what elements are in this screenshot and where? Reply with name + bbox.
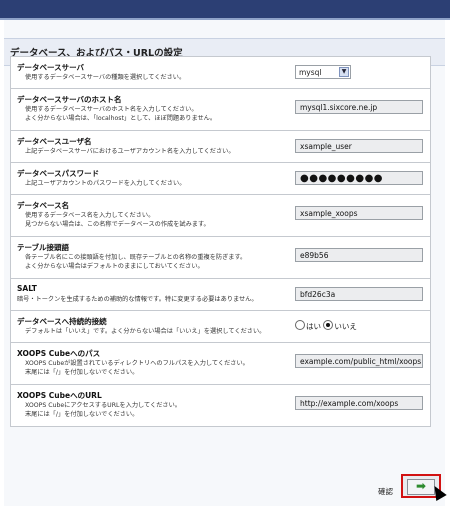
- radio-no[interactable]: [323, 320, 334, 330]
- field-description: 上記ユーザアカウントのパスワードを入力してください。: [25, 179, 185, 188]
- field-label: データベース名: [17, 201, 70, 210]
- form-row-db-name: データベース名 使用するデータベース名を入力してください。 見つからない場合は、…: [10, 194, 431, 236]
- description-line: 見つからない場合は、この名称でデータベースの作成を試みます。: [25, 221, 210, 228]
- form-row-db-server: データベースサーバ 使用するデータベースサーバの種類を選択してください。 mys…: [10, 56, 431, 88]
- field-description: 上記データベースサーバにおけるユーザアカウント名を入力してください。: [25, 147, 235, 156]
- form-row-db-host: データベースサーバのホスト名 使用するデータベースサーバのホスト名を入力してくだ…: [10, 88, 431, 130]
- field-description: 各テーブル名にこの接頭語を付加し、既存テーブルとの名称の重複を防ぎます。 よく分…: [25, 253, 246, 271]
- radio-no-label[interactable]: いいえ: [334, 322, 357, 331]
- radio-yes[interactable]: [295, 320, 305, 330]
- form-row-db-password: データベースパスワード 上記ユーザアカウントのパスワードを入力してください。 ●…: [10, 162, 431, 194]
- description-line: よく分からない場合はデフォルトのままにしておいてください。: [25, 263, 204, 270]
- salt-input[interactable]: bfd26c3a: [295, 287, 423, 301]
- field-label: データベースサーバのホスト名: [17, 95, 122, 104]
- next-label: 確認: [378, 487, 393, 496]
- description-line: 使用するデータベースサーバの種類を選択してください。: [25, 74, 186, 81]
- description-line: 使用するデータベースサーバのホスト名を入力してください。: [25, 106, 198, 113]
- field-description: XOOPS Cubeが設置されているディレクトリへのフルパスを入力してください。…: [25, 359, 249, 377]
- field-label: テーブル接頭語: [17, 243, 70, 252]
- db-server-select[interactable]: mysql ▼: [295, 65, 351, 79]
- description-line: よく分からない場合は、「localhost」として、ほぼ問題ありません。: [25, 115, 217, 122]
- field-label: データベースへ持続的接続: [17, 317, 107, 326]
- description-line: デフォルトは「いいえ」です。よく分からない場合は「いいえ」を選択してください。: [25, 328, 266, 335]
- field-description: 暗号・トークンを生成するための補助的な情報です。特に変更する必要はありません。: [17, 295, 258, 304]
- description-line: 各テーブル名にこの接頭語を付加し、既存テーブルとの名称の重複を防ぎます。: [25, 254, 247, 261]
- field-label: SALT: [17, 284, 37, 293]
- field-label: XOOPS CubeへのURL: [17, 391, 102, 400]
- description-line: XOOPS Cubeが設置されているディレクトリへのフルパスを入力してください。: [25, 360, 249, 367]
- form-row-xoops-url: XOOPS CubeへのURL XOOPS CubeにアクセスするURLを入力し…: [10, 384, 431, 427]
- field-label: データベースパスワード: [17, 169, 100, 178]
- description-line: 上記ユーザアカウントのパスワードを入力してください。: [25, 180, 186, 187]
- description-line: 使用するデータベース名を入力してください。: [25, 212, 155, 219]
- field-label: データベースユーザ名: [17, 137, 92, 146]
- db-name-input[interactable]: xsample_xoops: [295, 206, 423, 220]
- field-description: 使用するデータベースサーバの種類を選択してください。: [25, 73, 185, 82]
- form-row-salt: SALT 暗号・トークンを生成するための補助的な情報です。特に変更する必要はあり…: [10, 278, 431, 310]
- field-label: XOOPS Cubeへのパス: [17, 349, 101, 358]
- description-line: 末尾には「/」を付加しないでください。: [25, 369, 139, 376]
- db-password-input[interactable]: ●●●●●●●●●: [295, 171, 423, 185]
- db-user-input[interactable]: xsample_user: [295, 139, 423, 153]
- description-line: 末尾には「/」を付加しないでください。: [25, 411, 139, 418]
- settings-form: データベースサーバ 使用するデータベースサーバの種類を選択してください。 mys…: [10, 56, 431, 427]
- radio-yes-label[interactable]: はい: [306, 322, 321, 331]
- field-description: 使用するデータベースサーバのホスト名を入力してください。 よく分からない場合は、…: [25, 105, 216, 123]
- form-row-db-user: データベースユーザ名 上記データベースサーバにおけるユーザアカウント名を入力して…: [10, 130, 431, 162]
- window-top-band: [0, 0, 450, 18]
- form-row-persistent-connection: データベースへ持続的接続 デフォルトは「いいえ」です。よく分からない場合は「いい…: [10, 310, 431, 342]
- field-label: データベースサーバ: [17, 63, 85, 72]
- form-row-xoops-path: XOOPS Cubeへのパス XOOPS Cubeが設置されているディレクトリへ…: [10, 342, 431, 384]
- field-description: XOOPS CubeにアクセスするURLを入力してください。 末尾には「/」を付…: [25, 401, 181, 419]
- field-description: 使用するデータベース名を入力してください。 見つからない場合は、この名称でデータ…: [25, 211, 210, 229]
- description-line: XOOPS CubeにアクセスするURLを入力してください。: [25, 402, 181, 409]
- field-description: デフォルトは「いいえ」です。よく分からない場合は「いいえ」を選択してください。: [25, 327, 265, 336]
- description-line: 暗号・トークンを生成するための補助的な情報です。特に変更する必要はありません。: [17, 296, 258, 303]
- persistent-connection-radios: はい いいえ: [295, 320, 357, 332]
- table-prefix-input[interactable]: e89b56: [295, 248, 423, 262]
- description-line: 上記データベースサーバにおけるユーザアカウント名を入力してください。: [25, 148, 235, 155]
- db-host-input[interactable]: mysql1.sixcore.ne.jp: [295, 100, 423, 114]
- xoops-url-input[interactable]: http://example.com/xoops: [295, 396, 423, 410]
- xoops-path-input[interactable]: example.com/public_html/xoops: [295, 354, 423, 368]
- chevron-down-icon[interactable]: ▼: [339, 67, 349, 77]
- form-row-table-prefix: テーブル接頭語 各テーブル名にこの接頭語を付加し、既存テーブルとの名称の重複を防…: [10, 236, 431, 278]
- select-value: mysql: [299, 68, 322, 77]
